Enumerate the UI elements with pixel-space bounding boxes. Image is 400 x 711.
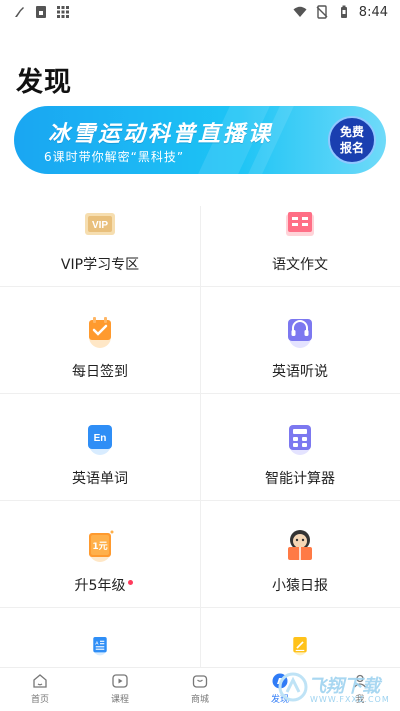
watermark-logo-icon <box>278 672 308 702</box>
badge-line-1: 免费 <box>339 125 364 139</box>
svg-text:En: En <box>94 433 107 444</box>
grid-item-ape-daily[interactable]: 小猿日报 <box>200 501 400 608</box>
grid-item-label: VIP学习专区 <box>60 257 140 273</box>
discover-grid: VIP VIP学习专区 语文作文 每日签到 英语听说 En 英语单词 智能计算器… <box>0 180 400 667</box>
sim-card-icon <box>36 6 46 18</box>
pencil-book-icon <box>293 637 307 656</box>
nav-label: 课程 <box>110 695 129 705</box>
watermark: 飞翔下载 WWW.FXXZ.COM <box>274 668 394 708</box>
nav-courses[interactable]: 课程 <box>80 668 160 711</box>
nav-label: 首页 <box>30 695 49 705</box>
dictionary-icon: A <box>93 637 107 656</box>
grid-apps-icon <box>57 6 69 18</box>
nav-shop[interactable]: 商城 <box>160 668 240 711</box>
clock-time: 8:44 <box>358 4 388 20</box>
wifi-icon <box>293 6 307 17</box>
grid-item-label: 语文作文 <box>272 257 328 273</box>
status-bar: 8:44 <box>0 0 400 24</box>
nav-label: 商城 <box>190 695 209 705</box>
headset-icon <box>288 319 312 348</box>
home-icon <box>33 674 47 688</box>
grid-item-english-words[interactable]: En 英语单词 <box>0 394 200 501</box>
one-yuan-icon: 1元 <box>89 530 114 562</box>
vip-card-icon: VIP <box>85 213 115 235</box>
english-card-icon: En <box>88 425 112 455</box>
grid-item-label: 每日签到 <box>72 364 128 380</box>
grid-item-grade-up[interactable]: 1元 升5年级 <box>0 501 200 608</box>
battery-icon <box>340 5 347 18</box>
no-sim-icon <box>316 5 328 19</box>
grid-item-vip[interactable]: VIP VIP学习专区 <box>0 180 200 287</box>
grid-item-label: 英语听说 <box>272 364 328 380</box>
nav-home[interactable]: 首页 <box>0 668 80 711</box>
grid-item-calculator[interactable]: 智能计算器 <box>200 394 400 501</box>
page-title: 发现 <box>16 67 72 98</box>
notification-dot <box>128 580 134 585</box>
badge-line-2: 报名 <box>339 141 364 155</box>
grid-item-dictionary[interactable]: A <box>0 608 200 668</box>
promo-banner[interactable]: 冰雪运动科普直播课 6课时带你解密“黑科技” 免费 报名 <box>14 106 386 174</box>
shop-icon <box>192 675 208 688</box>
svg-text:A: A <box>95 640 99 646</box>
banner-title: 冰雪运动科普直播课 <box>48 122 274 147</box>
grid-item-label: 升5年级 <box>75 575 134 595</box>
grid-item-label: 智能计算器 <box>265 471 335 487</box>
watermark-url: WWW.FXXZ.COM <box>310 695 390 704</box>
grid-item-english-listening[interactable]: 英语听说 <box>200 287 400 394</box>
chinese-book-icon <box>286 212 314 236</box>
svg-text:VIP: VIP <box>92 220 108 231</box>
broom-icon <box>15 7 24 17</box>
grid-item-writing-practice[interactable] <box>200 608 400 668</box>
play-icon <box>112 674 128 688</box>
monkey-reading-icon <box>288 530 312 560</box>
svg-text:1元: 1元 <box>92 541 107 552</box>
grid-item-label: 小猿日报 <box>272 578 328 594</box>
grid-item-chinese-writing[interactable]: 语文作文 <box>200 180 400 287</box>
banner-subtitle: 6课时带你解密“黑科技” <box>44 150 185 164</box>
calendar-check-icon <box>89 317 111 348</box>
calculator-icon <box>289 425 311 455</box>
grid-item-label: 英语单词 <box>72 471 128 487</box>
grid-item-daily-checkin[interactable]: 每日签到 <box>0 287 200 394</box>
free-signup-badge[interactable]: 免费 报名 <box>328 116 376 164</box>
